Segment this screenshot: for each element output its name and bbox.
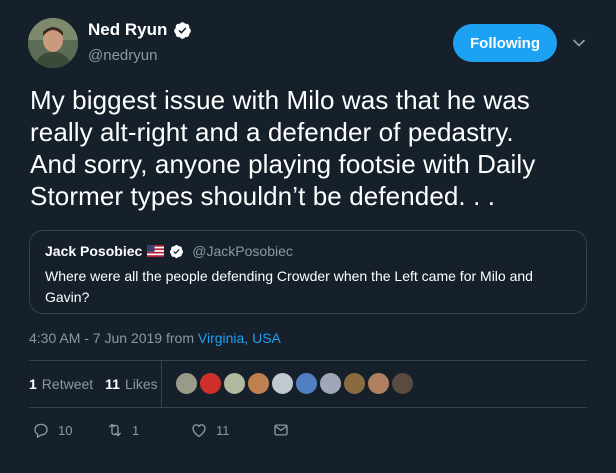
following-button[interactable]: Following [453,24,557,62]
reply-icon [34,423,48,438]
timestamp-text[interactable]: 4:30 AM - 7 Jun 2019 from [29,330,198,346]
quoted-tweet[interactable]: Jack Posobiec @JackPosobiec Where were a… [29,230,587,314]
retweets-label: Retweet [41,376,94,392]
us-flag-icon [147,245,165,257]
liker-avatar[interactable] [271,372,294,395]
reply-action[interactable]: 10 [32,421,72,439]
likes-label: Likes [124,376,158,392]
tweet-text-line: And sorry, anyone playing footsie with D… [30,149,536,179]
tweet-card: Ned Ryun @nedryun Following My biggest i… [0,0,616,473]
like-action[interactable]: 11 [190,421,230,439]
engagement-stats: 1 Retweet 11 Likes [29,376,158,392]
liker-avatar[interactable] [367,372,390,395]
quoted-text-line: Where were all the people defending Crow… [45,268,533,284]
retweet-icon [109,423,121,437]
heart-icon [192,424,206,438]
verified-badge-icon [170,244,184,258]
author-handle[interactable]: @nedryun [88,47,157,64]
quoted-author-handle: @JackPosobiec [192,243,293,259]
author-avatar[interactable] [28,18,78,68]
envelope-icon [274,424,288,436]
like-count: 11 [216,422,230,438]
chevron-down-icon[interactable] [572,36,586,50]
likes-stat[interactable]: 11 Likes [105,376,158,392]
retweets-count: 1 [29,376,37,392]
message-action[interactable] [272,421,290,439]
tweet-timestamp: 4:30 AM - 7 Jun 2019 from Virginia, USA [29,330,281,346]
quoted-text-line: Gavin? [45,289,90,305]
retweet-count: 1 [132,422,140,438]
author-name[interactable]: Ned Ryun [88,20,167,40]
retweet-action[interactable]: 1 [106,421,139,439]
quoted-tweet-text: Where were all the people defending Crow… [45,266,565,308]
tweet-text-line: My biggest issue with Milo was that he w… [30,85,530,115]
author-name-row: Ned Ryun [88,20,192,40]
verified-badge-icon [174,21,192,39]
liker-avatar[interactable] [247,372,270,395]
tweet-text-line: really alt-right and a defender of pedas… [30,117,514,147]
quoted-tweet-header: Jack Posobiec @JackPosobiec [45,243,293,259]
tweet-text-line: Stormer types shouldn’t be defended. . . [30,181,496,211]
reply-count: 10 [58,422,73,438]
location-link[interactable]: Virginia, USA [198,330,281,346]
quoted-author-name: Jack Posobiec [45,243,143,259]
liker-avatars [175,372,415,395]
liker-avatar[interactable] [199,372,222,395]
divider [29,407,587,408]
stats-separator [161,361,162,407]
action-bar: 10 1 11 [32,421,332,443]
divider [29,360,587,361]
tweet-text: My biggest issue with Milo was that he w… [30,84,590,212]
liker-avatar[interactable] [175,372,198,395]
liker-avatar[interactable] [223,372,246,395]
liker-avatar[interactable] [319,372,342,395]
liker-avatar[interactable] [295,372,318,395]
likes-count: 11 [105,376,120,392]
retweets-stat[interactable]: 1 Retweet [29,376,93,392]
liker-avatar[interactable] [343,372,366,395]
liker-avatar[interactable] [391,372,414,395]
